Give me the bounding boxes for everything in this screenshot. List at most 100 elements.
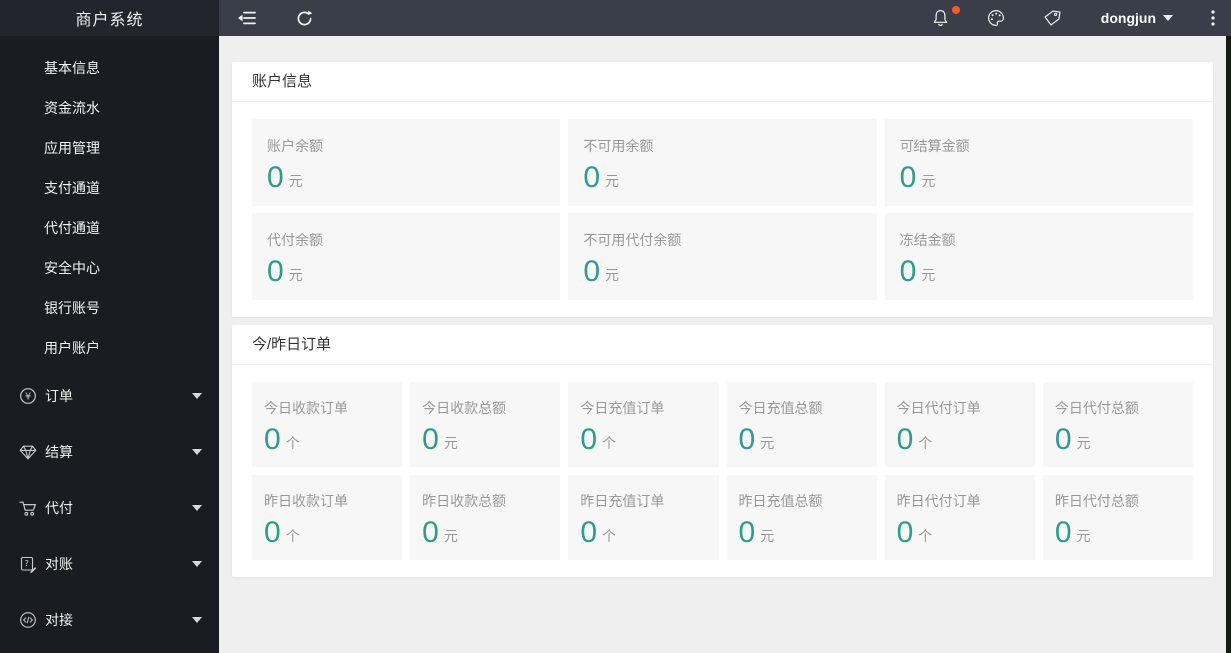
account-stats-grid: 账户余额 0元 不可用余额 0元 可结算金额 0元 代付余额 0元 不可用代付余… — [232, 102, 1213, 317]
stat-value: 0 — [580, 423, 598, 456]
stat-value: 0 — [264, 516, 281, 549]
refresh-button[interactable] — [296, 10, 313, 27]
stat-label: 昨日代付总额 — [1054, 493, 1139, 509]
sidebar-group-reconciliation[interactable]: ? 对账 — [0, 536, 219, 592]
sidebar-item-security-center[interactable]: 安全中心 — [0, 248, 219, 288]
sidebar-group-label: 对账 — [45, 556, 73, 572]
sidebar-group-settlement[interactable]: 结算 — [0, 424, 219, 480]
chevron-down-icon — [192, 561, 202, 567]
stat-label: 今日收款订单 — [264, 400, 348, 416]
svg-text:?: ? — [24, 559, 28, 568]
stat-label: 昨日收款总额 — [422, 493, 507, 509]
stat-payout-balance: 代付余额 0元 — [252, 213, 561, 300]
stat-label: 冻结金额 — [899, 232, 956, 248]
stat-label: 可结算金额 — [899, 138, 970, 154]
collapse-sidebar-button[interactable] — [237, 10, 256, 26]
stat-label: 昨日收款订单 — [264, 493, 348, 509]
stat-value: 0 — [738, 423, 756, 456]
chevron-down-icon — [192, 449, 202, 455]
more-menu-button[interactable] — [1211, 10, 1215, 26]
user-menu[interactable]: dongjun — [1101, 10, 1173, 26]
topbar: dongjun — [219, 0, 1231, 36]
svg-text:¥: ¥ — [25, 392, 31, 403]
stat-yesterday-receive-orders: 昨日收款订单 0个 — [252, 475, 403, 560]
orders-card-title: 今/昨日订单 — [232, 325, 1213, 365]
cart-icon — [19, 499, 37, 517]
stat-yesterday-recharge-orders: 昨日充值订单 0个 — [568, 475, 719, 560]
chevron-down-icon — [192, 505, 202, 511]
sidebar-item-label: 资金流水 — [44, 100, 100, 116]
stat-label: 今日充值订单 — [580, 400, 665, 416]
tag-icon — [1043, 9, 1061, 27]
stat-unit: 元 — [1076, 435, 1091, 451]
sidebar-group-label: 代付 — [45, 500, 73, 516]
stat-settleable-amount: 可结算金额 0元 — [884, 119, 1193, 206]
sidebar-item-app-management[interactable]: 应用管理 — [0, 128, 219, 168]
stat-unit: 元 — [443, 528, 458, 544]
stat-label: 代付余额 — [267, 232, 323, 248]
notification-dot — [951, 6, 960, 14]
sidebar-item-bank-account[interactable]: 银行账号 — [0, 288, 219, 328]
account-info-card: 账户信息 账户余额 0元 不可用余额 0元 可结算金额 0元 代付余额 0元 不… — [232, 62, 1213, 317]
sidebar-group-label: 对接 — [45, 612, 73, 628]
stat-today-payout-total: 今日代付总额 0元 — [1042, 382, 1193, 467]
stat-unit: 个 — [918, 435, 933, 451]
stat-value: 0 — [583, 255, 601, 288]
stat-unit: 元 — [288, 267, 303, 283]
main-content: 账户信息 账户余额 0元 不可用余额 0元 可结算金额 0元 代付余额 0元 不… — [219, 36, 1231, 653]
page-scrollbar[interactable] — [1226, 36, 1231, 653]
sidebar-group-payout[interactable]: 代付 — [0, 480, 219, 536]
username: dongjun — [1100, 10, 1156, 26]
stat-label: 昨日充值订单 — [580, 493, 665, 509]
orders-stats-grid: 今日收款订单 0个 今日收款总额 0元 今日充值订单 0个 今日充值总额 0元 … — [232, 365, 1213, 577]
stat-label: 今日收款总额 — [422, 400, 507, 416]
stat-yesterday-payout-total: 昨日代付总额 0元 — [1042, 475, 1193, 560]
stat-unit: 个 — [602, 528, 617, 544]
stat-label: 今日代付总额 — [1054, 400, 1139, 416]
stat-today-recharge-orders: 今日充值订单 0个 — [568, 382, 719, 467]
stat-yesterday-recharge-total: 昨日充值总额 0元 — [726, 475, 877, 560]
refresh-icon — [296, 10, 313, 27]
theme-button[interactable] — [987, 9, 1005, 27]
app-logo-title: 商户系统 — [0, 0, 219, 36]
stat-value: 0 — [583, 161, 601, 194]
topbar-right: dongjun — [894, 6, 1215, 27]
stat-label: 账户余额 — [267, 138, 323, 154]
stat-value: 0 — [1054, 516, 1072, 549]
sidebar-item-payout-channel[interactable]: 代付通道 — [0, 208, 219, 248]
account-card-title: 账户信息 — [232, 62, 1213, 102]
stat-unavailable-payout-balance: 不可用代付余额 0元 — [568, 213, 877, 300]
stat-value: 0 — [899, 161, 917, 194]
stat-yesterday-receive-total: 昨日收款总额 0元 — [410, 475, 561, 560]
sidebar-item-label: 支付通道 — [44, 180, 100, 196]
stat-unit: 个 — [602, 435, 617, 451]
notifications-button[interactable] — [932, 6, 960, 27]
stat-label: 不可用代付余额 — [583, 232, 682, 248]
stat-unit: 元 — [1076, 528, 1091, 544]
stat-value: 0 — [267, 255, 284, 288]
stat-value: 0 — [422, 516, 439, 549]
stat-unit: 个 — [285, 528, 300, 544]
stat-value: 0 — [267, 161, 284, 194]
tag-button[interactable] — [1043, 9, 1061, 27]
stat-label: 昨日代付订单 — [896, 493, 981, 509]
sidebar-group-label: 结算 — [45, 444, 73, 460]
chevron-down-icon — [192, 617, 202, 623]
sidebar-group-orders[interactable]: ¥ 订单 — [0, 368, 219, 424]
sidebar-item-label: 银行账号 — [44, 300, 100, 316]
stat-label: 今日充值总额 — [738, 400, 823, 416]
stat-value: 0 — [264, 423, 281, 456]
sidebar-item-label: 用户账户 — [44, 340, 100, 356]
sidebar-menu: 基本信息 资金流水 应用管理 支付通道 代付通道 安全中心 银行账号 用户账户 … — [0, 36, 219, 648]
sidebar-item-payment-channel[interactable]: 支付通道 — [0, 168, 219, 208]
palette-icon — [987, 9, 1005, 27]
sidebar-item-user-account[interactable]: 用户账户 — [0, 328, 219, 368]
sidebar-item-fund-flow[interactable]: 资金流水 — [0, 88, 219, 128]
stat-today-receive-orders: 今日收款订单 0个 — [252, 382, 403, 467]
app-title: 商户系统 — [75, 12, 144, 29]
sidebar-group-integration[interactable]: 对接 — [0, 592, 219, 648]
sidebar-group-label: 订单 — [45, 388, 73, 404]
sidebar-item-basic-info[interactable]: 基本信息 — [0, 48, 219, 88]
stat-account-balance: 账户余额 0元 — [252, 119, 561, 206]
stat-unit: 元 — [605, 267, 620, 283]
